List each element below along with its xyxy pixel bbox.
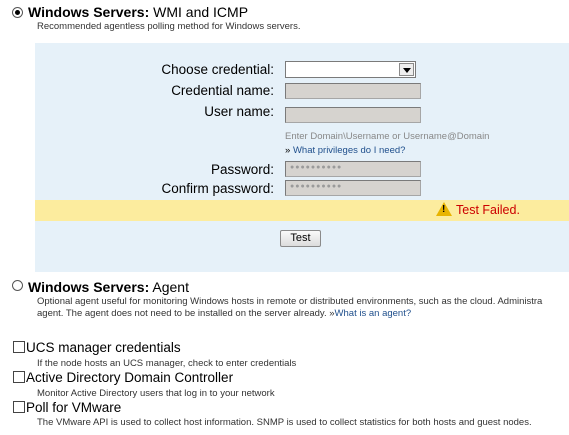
- credential-name-input[interactable]: [285, 83, 421, 99]
- what-is-agent-link[interactable]: What is an agent?: [335, 308, 412, 319]
- privileges-link-row: » What privileges do I need?: [285, 145, 405, 156]
- active-directory-checkbox[interactable]: [13, 371, 25, 383]
- user-name-label: User name:: [204, 104, 274, 119]
- choose-credential-label: Choose credential:: [161, 62, 274, 77]
- double-chevron-right-icon: »: [285, 145, 291, 156]
- vmware-checkbox[interactable]: [13, 401, 25, 413]
- test-button[interactable]: Test: [280, 230, 321, 247]
- agent-option-title[interactable]: Windows Servers: Agent: [28, 279, 189, 295]
- ucs-manager-title[interactable]: UCS manager credentials: [26, 340, 181, 355]
- privileges-link[interactable]: What privileges do I need?: [293, 145, 405, 156]
- test-failed-message: Test Failed.: [456, 203, 520, 217]
- warning-icon: [436, 202, 452, 216]
- wmi-option-description: Recommended agentless polling method for…: [37, 21, 301, 32]
- agent-description-line2: agent. The agent does not need to be ins…: [37, 308, 411, 319]
- agent-title-rest: Agent: [149, 279, 189, 295]
- active-directory-description: Monitor Active Directory users that log …: [37, 388, 275, 399]
- user-name-input[interactable]: [285, 107, 421, 123]
- ucs-manager-description: If the node hosts an UCS manager, check …: [37, 358, 297, 369]
- agent-description-text: agent. The agent does not need to be ins…: [37, 308, 327, 319]
- wmi-option-title[interactable]: Windows Servers: WMI and ICMP: [28, 4, 248, 20]
- password-input[interactable]: [285, 161, 421, 177]
- chevron-down-icon[interactable]: [399, 63, 414, 76]
- confirm-password-input[interactable]: [285, 180, 421, 196]
- confirm-password-label: Confirm password:: [161, 181, 274, 196]
- agent-description-line1: Optional agent useful for monitoring Win…: [37, 296, 543, 307]
- active-directory-title[interactable]: Active Directory Domain Controller: [26, 370, 233, 385]
- wmi-title-rest: WMI and ICMP: [149, 4, 249, 20]
- choose-credential-select[interactable]: [285, 61, 416, 78]
- wmi-radio-button[interactable]: [12, 7, 23, 18]
- agent-radio-button[interactable]: [12, 280, 23, 291]
- error-bar: Test Failed.: [35, 200, 569, 221]
- password-label: Password:: [210, 162, 274, 177]
- ucs-manager-checkbox[interactable]: [13, 341, 25, 353]
- agent-title-bold: Windows Servers:: [28, 279, 150, 295]
- vmware-title[interactable]: Poll for VMware: [26, 400, 121, 415]
- user-name-hint: Enter Domain\Username or Username@Domain: [285, 131, 490, 142]
- vmware-description: The VMware API is used to collect host i…: [37, 417, 532, 428]
- credential-name-label: Credential name:: [171, 83, 274, 98]
- wmi-title-bold: Windows Servers:: [28, 4, 150, 20]
